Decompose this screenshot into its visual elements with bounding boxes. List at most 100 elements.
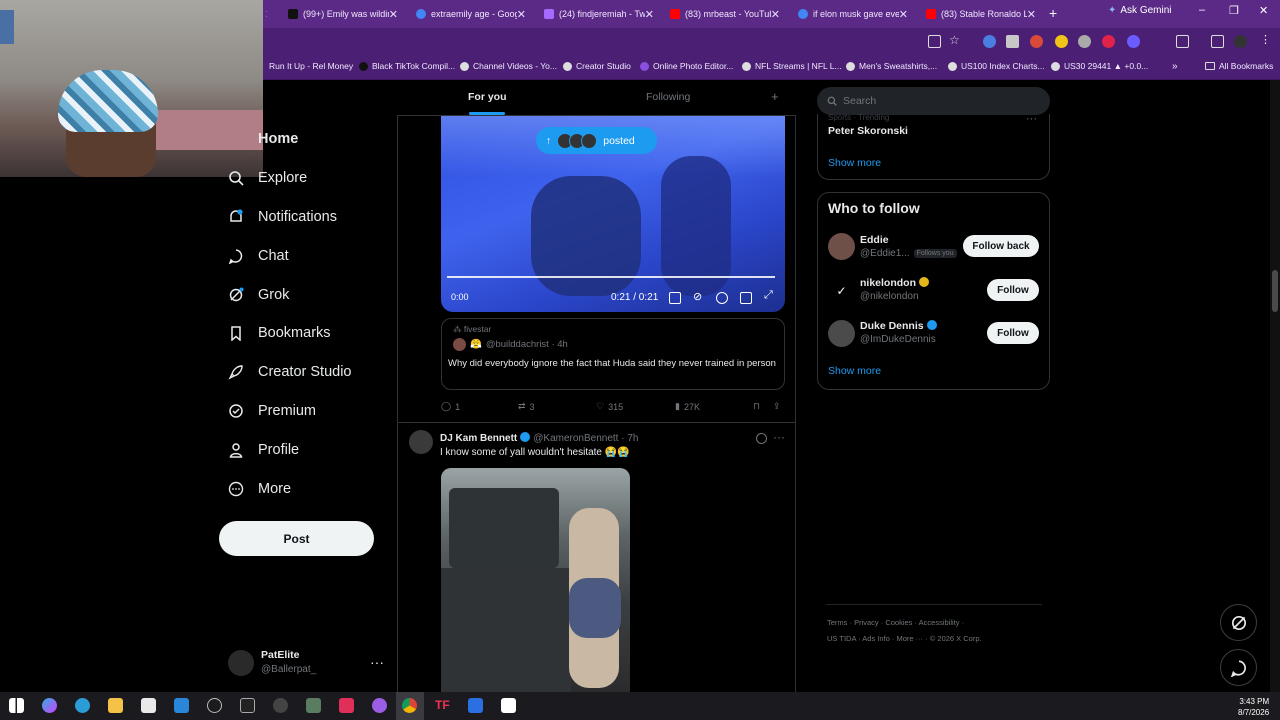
grok-icon[interactable]: [756, 433, 767, 444]
extension-icon[interactable]: [1127, 35, 1140, 48]
bookmark[interactable]: Run It Up - Rel Money: [269, 61, 353, 71]
obs-icon[interactable]: [273, 698, 288, 713]
extension-icon[interactable]: [1102, 35, 1115, 48]
browser-tab[interactable]: extraemily age - Goog ✕: [416, 4, 528, 24]
close-icon[interactable]: ✕: [1026, 7, 1036, 21]
add-tab-button[interactable]: +: [771, 89, 779, 104]
browser-tab[interactable]: (99+) Emily was wildin ✕: [288, 4, 400, 24]
search-input[interactable]: Search: [817, 87, 1050, 115]
tab-for-you[interactable]: For you: [468, 91, 507, 103]
system-clock[interactable]: 3:43 PM 8/7/2026: [1238, 696, 1269, 718]
all-bookmarks[interactable]: All Bookmarks: [1205, 61, 1273, 71]
new-tab-button[interactable]: +: [1049, 5, 1057, 21]
follow-button[interactable]: Follow: [987, 322, 1039, 344]
nav-premium[interactable]: Premium: [228, 399, 316, 423]
capcut-icon[interactable]: [501, 698, 516, 713]
avatar[interactable]: [828, 320, 855, 347]
more-icon[interactable]: ···: [1026, 113, 1037, 125]
bookmark[interactable]: US30 29441 ▲ +0.0...: [1051, 61, 1148, 71]
video-progress-bar[interactable]: [447, 276, 775, 278]
browser-tab[interactable]: if elon musk gave ever ✕: [798, 4, 910, 24]
tweet-media[interactable]: [441, 468, 630, 692]
reply-button[interactable]: ◯ 1: [441, 401, 460, 412]
bookmark[interactable]: Black TikTok Compil...: [359, 61, 455, 71]
more-icon[interactable]: ···: [773, 430, 785, 444]
bookmark-button[interactable]: ⊓: [753, 401, 760, 412]
epic-games-icon[interactable]: [240, 698, 255, 713]
more-icon[interactable]: ···: [370, 654, 384, 670]
windows-start-icon[interactable]: [9, 698, 24, 713]
captions-icon[interactable]: [669, 292, 681, 304]
follow-suggestion-name[interactable]: nikelondon: [860, 277, 932, 289]
new-posts-pill[interactable]: ↑ posted: [536, 127, 657, 154]
avatar[interactable]: [828, 233, 855, 260]
nav-bookmarks[interactable]: Bookmarks: [228, 321, 331, 345]
nav-home[interactable]: Home: [258, 127, 298, 151]
browser-tab[interactable]: (83) mrbeast - YouTub ✕: [670, 4, 782, 24]
browser-tab[interactable]: (83) Stable Ronaldo Li ✕: [926, 4, 1038, 24]
show-more-trends[interactable]: Show more: [828, 157, 881, 169]
bookmark[interactable]: Online Photo Editor...: [640, 61, 733, 71]
like-button[interactable]: ♡ 315: [596, 401, 623, 412]
file-explorer-icon[interactable]: [108, 698, 123, 713]
bookmark[interactable]: Men's Sweatshirts,...: [846, 61, 937, 71]
nav-grok[interactable]: Grok: [228, 283, 289, 307]
ask-gemini-button[interactable]: ✦ Ask Gemini: [1108, 5, 1172, 16]
extensions-puzzle-icon[interactable]: [1176, 35, 1189, 48]
nav-creator-studio[interactable]: Creator Studio: [228, 360, 352, 384]
extension-icon[interactable]: [1030, 35, 1043, 48]
trend-item[interactable]: Peter Skoronski: [828, 125, 908, 137]
nav-profile[interactable]: Profile: [228, 438, 299, 462]
tiktok-icon[interactable]: [339, 698, 354, 713]
bookmark[interactable]: Creator Studio: [563, 61, 631, 71]
close-icon[interactable]: ✕: [898, 7, 908, 21]
follow-suggestion-name[interactable]: Duke Dennis: [860, 320, 940, 332]
install-icon[interactable]: [928, 35, 941, 48]
fullscreen-icon[interactable]: ⤢: [764, 289, 776, 301]
media-icon[interactable]: [1211, 35, 1224, 48]
mail-icon[interactable]: [174, 698, 189, 713]
follow-suggestion-name[interactable]: Eddie: [860, 234, 889, 246]
plus-app-icon[interactable]: [468, 698, 483, 713]
kebab-menu-icon[interactable]: ⋮: [1260, 33, 1273, 46]
edge-icon[interactable]: [75, 698, 90, 713]
footer-links[interactable]: Terms · Privacy · Cookies · Accessibilit…: [827, 618, 964, 627]
app-icon[interactable]: [372, 698, 387, 713]
close-icon[interactable]: ✕: [388, 7, 398, 21]
scrollbar-thumb[interactable]: [1272, 270, 1278, 312]
scrollbar[interactable]: [1270, 80, 1280, 692]
footer-links[interactable]: US TIDA · Ads Info · More ··· · © 2026 X…: [827, 634, 982, 643]
avatar[interactable]: [409, 430, 433, 454]
close-icon[interactable]: ✕: [266, 8, 268, 21]
bookmark[interactable]: US100 Index Charts...: [948, 61, 1045, 71]
close-icon[interactable]: ✕: [770, 7, 780, 21]
post-button[interactable]: Post: [219, 521, 374, 556]
nav-more[interactable]: More: [228, 477, 291, 501]
pip-icon[interactable]: [740, 292, 752, 304]
share-button[interactable]: ⇪: [773, 401, 781, 412]
profile-avatar[interactable]: [1234, 35, 1247, 48]
close-icon[interactable]: ✕: [644, 7, 654, 21]
tab-following[interactable]: Following: [646, 91, 690, 103]
steam-icon[interactable]: [207, 698, 222, 713]
close-window-button[interactable]: ✕: [1259, 4, 1268, 17]
views-button[interactable]: ▮ 27K: [675, 401, 700, 412]
bookmark[interactable]: NFL Streams | NFL L...: [742, 61, 842, 71]
nav-chat[interactable]: Chat: [228, 244, 289, 268]
browser-tab[interactable]: ✕: [266, 4, 268, 24]
minimize-button[interactable]: –: [1199, 4, 1205, 16]
grok-fab-button[interactable]: [1220, 604, 1257, 641]
settings-icon[interactable]: [716, 292, 728, 304]
repost-button[interactable]: ⇄ 3: [518, 401, 535, 412]
star-icon[interactable]: ☆: [949, 33, 962, 47]
chrome-icon[interactable]: [402, 698, 417, 713]
mute-icon[interactable]: ⊘: [693, 290, 705, 303]
tf-app-icon[interactable]: TF: [435, 698, 450, 713]
quoted-post[interactable]: [441, 318, 785, 390]
show-more-follow[interactable]: Show more: [828, 365, 881, 377]
browser-tab[interactable]: (24) findjeremiah - Tw ✕: [544, 4, 656, 24]
extension-icon[interactable]: [1055, 35, 1068, 48]
discord-icon[interactable]: [306, 698, 321, 713]
messages-fab-button[interactable]: [1220, 649, 1257, 686]
copilot-icon[interactable]: [42, 698, 57, 713]
